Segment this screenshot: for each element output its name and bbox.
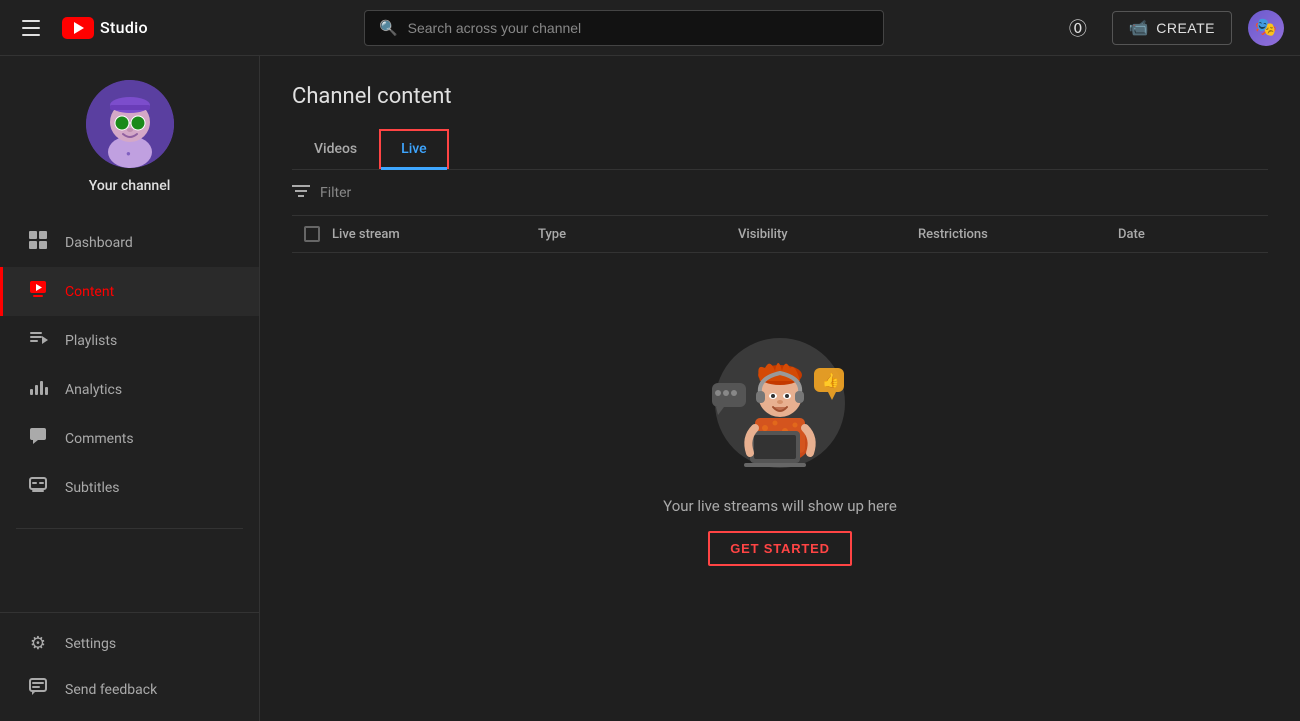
camera-icon: 📹 [1129,18,1149,38]
get-started-label: GET STARTED [730,541,830,556]
svg-text:●: ● [126,149,131,158]
youtube-icon [62,17,94,39]
subtitles-label: Subtitles [65,480,120,496]
studio-label: Studio [100,18,148,37]
content-label: Content [65,284,114,300]
svg-text:👍: 👍 [822,372,839,389]
analytics-label: Analytics [65,382,122,398]
comments-label: Comments [65,431,134,447]
comments-icon [27,426,49,451]
col-date: Date [1118,227,1268,242]
select-all-checkbox-wrap[interactable] [292,226,332,242]
logo-area[interactable]: Studio [62,17,148,39]
table-header: Live stream Type Visibility Restrictions… [292,216,1268,253]
sidebar-bottom: ⚙ Settings Send feedback [0,612,259,721]
channel-name-label: Your channel [89,178,171,194]
filter-row: Filter [292,170,1268,216]
live-tab-label: Live [401,141,426,157]
feedback-icon [27,678,49,701]
playlists-label: Playlists [65,333,117,349]
create-label: CREATE [1156,20,1215,36]
sidebar-item-analytics[interactable]: Analytics [0,365,259,414]
tab-live[interactable]: Live [379,129,448,169]
sidebar-item-settings[interactable]: ⚙ Settings [0,621,259,666]
sidebar-item-dashboard[interactable]: Dashboard [0,218,259,267]
top-nav: Studio 🔍 ⓪ 📹 CREATE 🎭 [0,0,1300,56]
col-visibility: Visibility [738,227,918,242]
tabs-bar: Videos Live [292,129,1268,170]
col-livestream: Live stream [332,227,538,242]
analytics-icon [27,377,49,402]
empty-state: 👍 [292,253,1268,626]
dashboard-icon [27,230,49,255]
help-button[interactable]: ⓪ [1060,10,1096,46]
videos-tab-label: Videos [314,141,357,157]
nav-items: Dashboard Content [0,210,259,520]
dashboard-label: Dashboard [65,235,133,251]
subtitles-icon [27,475,49,500]
channel-profile: ● Your channel [0,56,259,210]
empty-state-message: Your live streams will show up here [663,497,897,515]
select-all-checkbox[interactable] [304,226,320,242]
sidebar-divider [16,528,243,529]
help-icon: ⓪ [1069,15,1087,41]
filter-label: Filter [320,185,351,201]
search-bar: 🔍 [364,10,884,46]
user-avatar[interactable]: 🎭 [1248,10,1284,46]
col-restrictions: Restrictions [918,227,1118,242]
get-started-button[interactable]: GET STARTED [708,531,852,566]
col-type: Type [538,227,738,242]
main-layout: ● Your channel Dashboard [0,56,1300,721]
menu-button[interactable] [16,14,46,42]
filter-icon [292,182,310,203]
create-button[interactable]: 📹 CREATE [1112,11,1232,45]
streaming-illustration: 👍 [700,313,860,473]
nav-right: ⓪ 📹 CREATE 🎭 [1060,10,1284,46]
tab-videos[interactable]: Videos [292,129,379,169]
settings-icon: ⚙ [27,633,49,654]
avatar-image: 🎭 [1255,17,1277,38]
content-icon [27,279,49,304]
sidebar-item-content[interactable]: Content [0,267,259,316]
sidebar-item-feedback[interactable]: Send feedback [0,666,259,713]
search-icon: 🔍 [379,19,398,37]
sidebar-item-comments[interactable]: Comments [0,414,259,463]
play-triangle [74,22,84,34]
playlists-icon [27,328,49,353]
feedback-label: Send feedback [65,682,157,698]
content-area: Channel content Videos Live Filter [260,56,1300,721]
sidebar-item-subtitles[interactable]: Subtitles [0,463,259,512]
nav-left: Studio [16,14,276,42]
sidebar: ● Your channel Dashboard [0,56,260,721]
page-title: Channel content [292,84,1268,109]
settings-label: Settings [65,636,116,652]
sidebar-item-playlists[interactable]: Playlists [0,316,259,365]
logo-text-wrap: Studio [100,18,148,37]
channel-avatar[interactable]: ● [86,80,174,168]
search-input[interactable] [408,20,869,36]
